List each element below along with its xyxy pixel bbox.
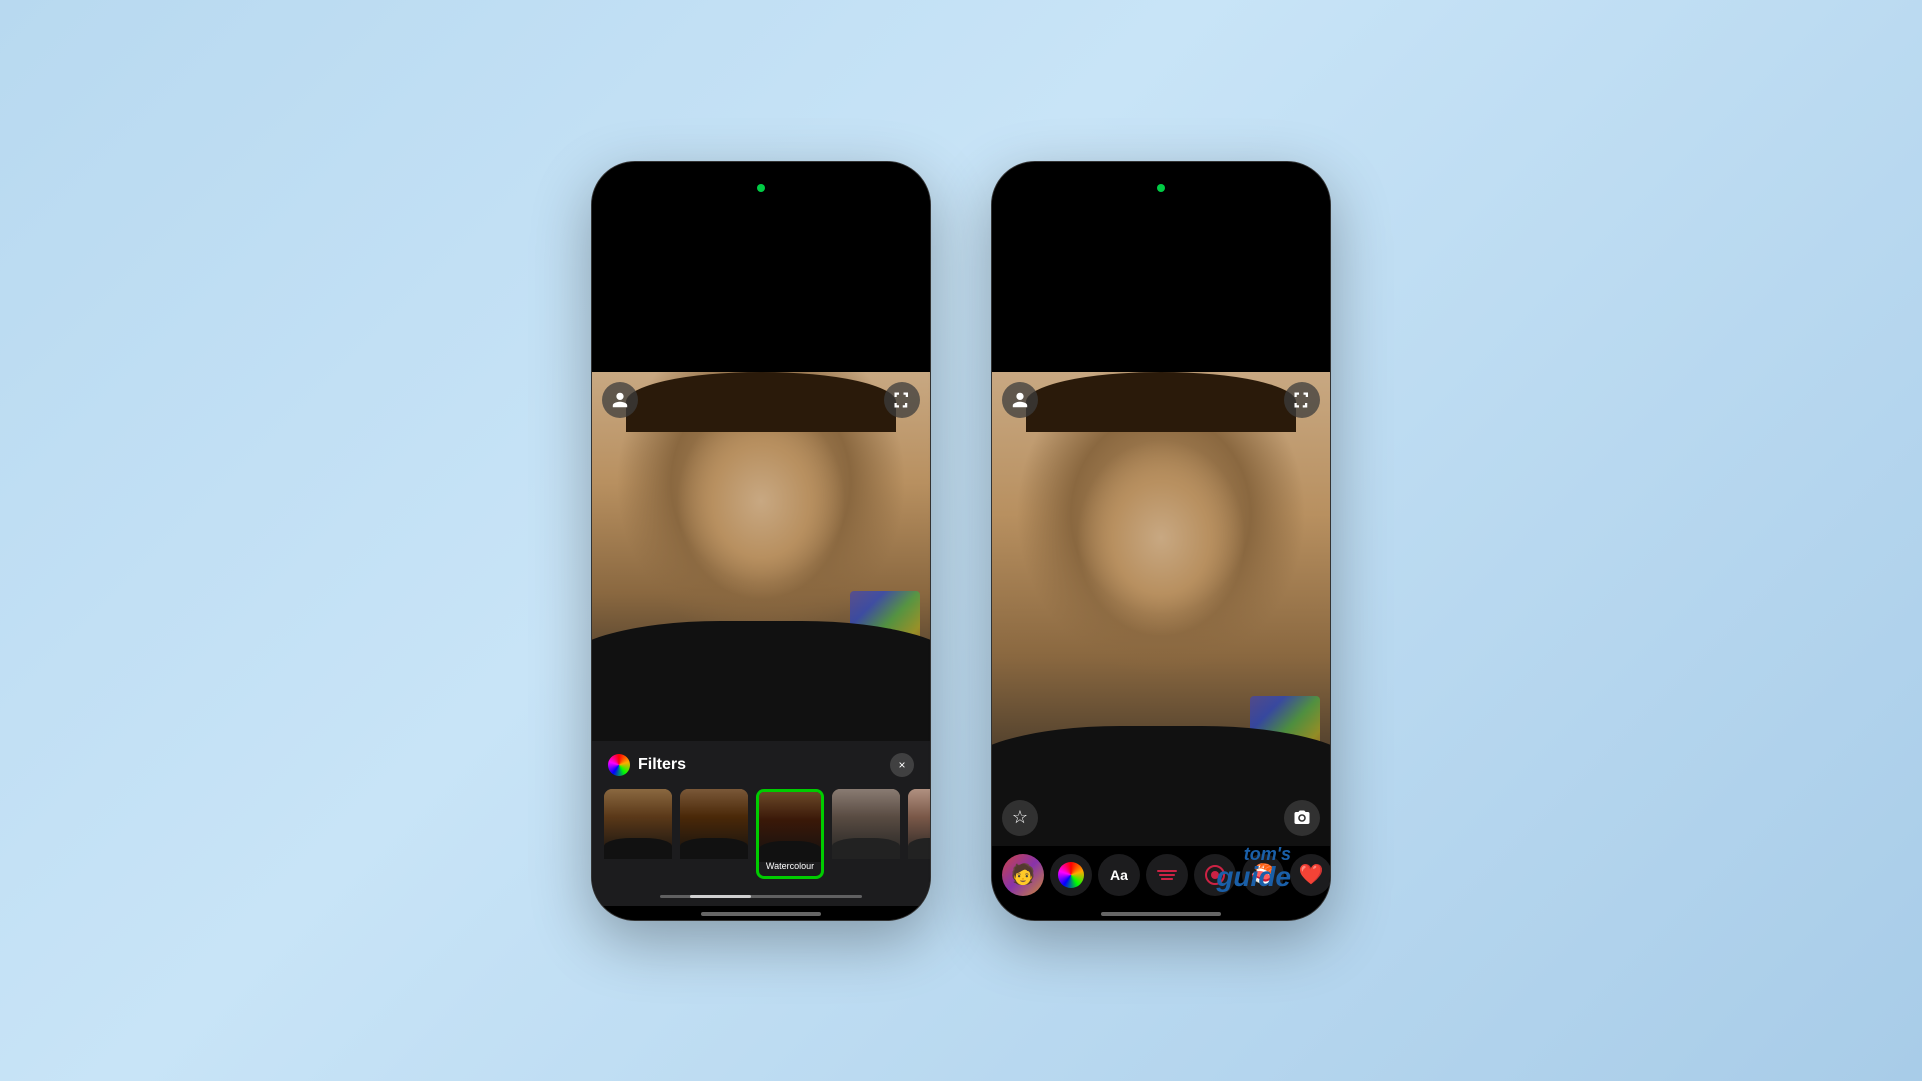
toms-guide-line1: tom's	[1216, 845, 1291, 863]
filter-thumb-img-5	[908, 789, 930, 859]
home-indicator-left	[592, 906, 930, 920]
filter-thumb-1[interactable]	[604, 789, 672, 879]
minimize-button-left[interactable]	[884, 382, 920, 418]
minimize-icon-right	[1293, 391, 1311, 409]
filters-panel: Filters ×	[592, 741, 930, 906]
video-area-right: ☆	[992, 372, 1330, 846]
love-icon: ❤️	[1299, 862, 1324, 887]
filters-logo-icon	[608, 754, 630, 776]
filters-strip: Watercolour	[592, 785, 930, 895]
home-bar-left	[701, 912, 821, 916]
text-button[interactable]: Aa	[1098, 854, 1140, 896]
filter-thumb-4[interactable]	[832, 789, 900, 879]
filter-thumb-img-1	[604, 789, 672, 859]
filter-thumb-5[interactable]	[908, 789, 930, 879]
draw-button[interactable]	[1146, 854, 1188, 896]
filter-thumb-label-5	[908, 859, 930, 879]
top-black-area-right	[992, 162, 1330, 372]
hair-right	[1026, 372, 1296, 432]
text-label: Aa	[1110, 867, 1128, 883]
face-background-left	[592, 372, 930, 741]
filter-thumb-watercolour[interactable]: Watercolour	[756, 789, 824, 879]
phones-container: Filters ×	[591, 161, 1331, 921]
camera-dot-left	[757, 184, 765, 192]
hair-left	[626, 372, 896, 432]
camera-switch-button-right[interactable]	[1284, 800, 1320, 836]
filter-thumb-img-4	[832, 789, 900, 859]
color-wheel-icon	[1058, 862, 1084, 888]
love-button[interactable]: ❤️	[1290, 854, 1331, 896]
filter-thumb-2[interactable]	[680, 789, 748, 879]
home-bar-right	[1101, 912, 1221, 916]
minimize-button-right[interactable]	[1284, 382, 1320, 418]
bitmoji-button[interactable]: 🧑	[1002, 854, 1044, 896]
toms-guide-line2: guide	[1216, 863, 1291, 891]
scroll-indicator-left	[660, 895, 863, 898]
clothing-left	[592, 621, 930, 741]
effects-button[interactable]	[1050, 854, 1092, 896]
filters-header: Filters ×	[592, 741, 930, 785]
squiggle-icon	[1157, 870, 1177, 880]
person-button-right[interactable]	[1002, 382, 1038, 418]
filter-thumb-label-watercolour: Watercolour	[759, 856, 821, 876]
filter-thumb-label-4	[832, 859, 900, 879]
filter-thumb-label-2	[680, 859, 748, 879]
top-black-area-left	[592, 162, 930, 372]
toms-guide-watermark: tom's guide	[1216, 845, 1291, 891]
person-icon-left	[611, 391, 629, 409]
camera-dot-right	[1157, 184, 1165, 192]
home-indicator-right	[992, 906, 1330, 920]
filter-thumb-img-3	[759, 792, 821, 862]
person-button-left[interactable]	[602, 382, 638, 418]
star-icon-right: ☆	[1012, 807, 1028, 828]
filter-thumb-img-2	[680, 789, 748, 859]
star-button-right[interactable]: ☆	[1002, 800, 1038, 836]
filters-title: Filters	[638, 756, 890, 774]
person-icon-right	[1011, 391, 1029, 409]
video-area-left	[592, 372, 930, 741]
phone-right: ☆ 🧑 Aa	[991, 161, 1331, 921]
face-background-right	[992, 372, 1330, 846]
minimize-icon-left	[893, 391, 911, 409]
camera-icon-right	[1293, 809, 1311, 827]
filter-thumb-label-1	[604, 859, 672, 879]
clothing-right	[992, 726, 1330, 846]
phone-left: Filters ×	[591, 161, 931, 921]
filters-close-button[interactable]: ×	[890, 753, 914, 777]
